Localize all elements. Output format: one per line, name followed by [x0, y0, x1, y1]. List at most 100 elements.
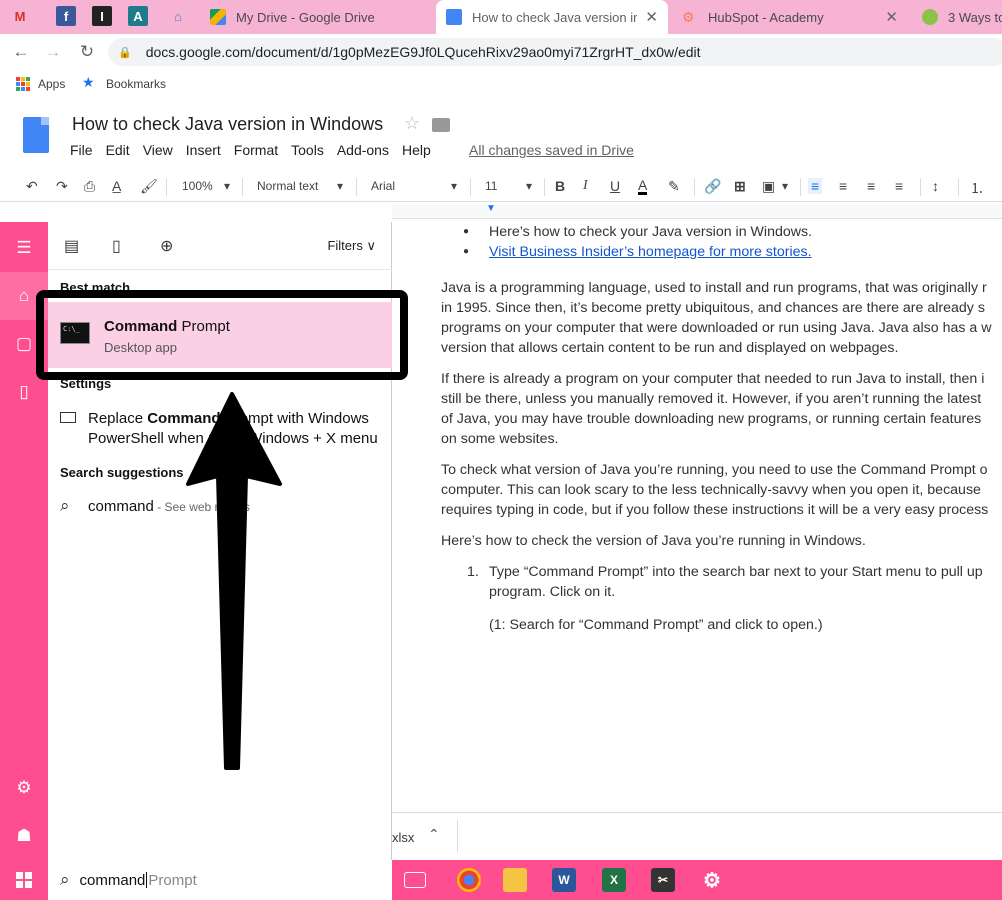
address-bar[interactable]: 🔒 docs.google.com/document/d/1g0pMezEG9J… — [108, 38, 1002, 66]
tab-hubspot[interactable]: ⚙ HubSpot - Academy ✕ — [672, 0, 908, 34]
star-icon: ★ — [82, 74, 95, 90]
folder-icon[interactable] — [432, 118, 450, 132]
menu-help[interactable]: Help — [402, 142, 431, 158]
search-icon: ⌕ — [60, 496, 70, 515]
facebook-icon[interactable]: f — [56, 6, 76, 26]
url-text: docs.google.com/document/d/1g0pMezEG9Jf0… — [145, 44, 701, 60]
menu-format[interactable]: Format — [234, 142, 278, 158]
search-icon: ⌕ — [60, 870, 70, 889]
italic-icon[interactable]: I — [583, 178, 588, 194]
back-arrow-icon[interactable]: ← — [10, 42, 32, 62]
snipping-tool-icon[interactable]: ✂ — [651, 868, 675, 892]
font-select[interactable]: Arial — [371, 179, 395, 193]
windows-start-button[interactable] — [0, 860, 48, 900]
search-scope-bar: ▤ ▯ ⊕ Filters ∨ — [48, 222, 392, 270]
search-suggestions-heading: Search suggestions — [60, 465, 184, 480]
underline-icon[interactable]: U — [610, 178, 620, 194]
paragraph: Here’s how to check the version of Java … — [441, 533, 866, 549]
word-icon[interactable]: W — [552, 868, 576, 892]
zoom-select[interactable]: 100% — [182, 179, 213, 193]
chevron-down-icon[interactable]: ▾ — [526, 179, 532, 193]
font-size-select[interactable]: 11 — [485, 179, 497, 193]
divider — [457, 820, 458, 852]
list-item: Visit Business Insider’s homepage for mo… — [441, 242, 1002, 262]
taskbar-search-box[interactable]: ⌕ command Prompt — [48, 860, 392, 900]
download-item-name[interactable]: xlsx — [392, 830, 414, 845]
chevron-down-icon[interactable]: ▾ — [337, 179, 343, 193]
menu-tools[interactable]: Tools — [291, 142, 324, 158]
comment-icon[interactable]: ⊞ — [734, 178, 746, 195]
tab-google-drive[interactable]: My Drive - Google Drive — [200, 0, 432, 34]
google-docs-logo[interactable] — [23, 117, 49, 153]
apps-grid-icon[interactable] — [16, 77, 30, 91]
chevron-down-icon[interactable]: ▾ — [782, 179, 788, 193]
paragraph: Java is a programming language, used to … — [441, 280, 992, 356]
star-icon[interactable]: ☆ — [404, 113, 420, 134]
text-color-icon[interactable]: A — [638, 178, 648, 195]
link-icon[interactable]: 🔗 — [704, 178, 721, 195]
menu-file[interactable]: File — [70, 142, 93, 158]
download-bar — [392, 812, 1002, 860]
excel-icon[interactable]: X — [602, 868, 626, 892]
align-center-icon[interactable]: ≡ — [839, 178, 847, 194]
spellcheck-icon[interactable]: A̲ — [112, 178, 121, 194]
close-tab-icon[interactable]: ✕ — [645, 8, 658, 26]
justify-icon[interactable]: ≡ — [895, 178, 903, 194]
ruler[interactable]: ▼ — [392, 203, 1002, 219]
documents-scope-icon[interactable]: ▯ — [112, 236, 121, 256]
keyboard-settings-icon — [60, 412, 76, 423]
lock-icon: 🔒 — [118, 46, 132, 59]
bookmarks-folder[interactable]: Bookmarks — [106, 77, 166, 91]
pinned-site-icon[interactable]: ⌂ — [168, 6, 188, 26]
settings-icon[interactable]: ⚙ — [700, 868, 724, 892]
paragraph: If there is already a program on your co… — [441, 371, 985, 447]
highlight-icon[interactable]: ✎ — [668, 178, 680, 195]
menu-insert[interactable]: Insert — [186, 142, 221, 158]
save-status[interactable]: All changes saved in Drive — [469, 142, 634, 158]
settings-gear-icon[interactable]: ⚙ — [0, 764, 48, 812]
list-item: 1. Type “Command Prompt” into the search… — [467, 564, 983, 600]
paint-format-icon[interactable]: 🖌 — [140, 178, 158, 195]
menu-edit[interactable]: Edit — [106, 142, 130, 158]
menu-addons[interactable]: Add-ons — [337, 142, 389, 158]
redo-icon[interactable]: ↷ — [56, 178, 68, 195]
annotation-arrow — [186, 392, 282, 770]
document-title[interactable]: How to check Java version in Windows — [72, 114, 383, 135]
hamburger-menu-icon[interactable]: ☰ — [0, 224, 48, 272]
chevron-up-icon[interactable]: ⌃ — [428, 826, 440, 843]
numbered-list-icon[interactable]: ⒈ — [970, 178, 984, 198]
document-body[interactable]: Here’s how to check your Java version in… — [441, 222, 1002, 635]
bold-icon[interactable]: B — [555, 178, 565, 194]
style-select[interactable]: Normal text — [257, 179, 318, 193]
undo-icon[interactable]: ↶ — [26, 178, 38, 195]
menu-view[interactable]: View — [143, 142, 173, 158]
forward-arrow-icon[interactable]: → — [42, 42, 64, 62]
tab-google-docs[interactable]: How to check Java version in Wi ✕ — [436, 0, 668, 34]
filters-button[interactable]: Filters ∨ — [327, 238, 376, 254]
close-tab-icon[interactable]: ✕ — [885, 8, 898, 26]
align-left-icon[interactable]: ≡ — [808, 178, 823, 194]
pinned-app-icon[interactable]: A — [128, 6, 148, 26]
file-explorer-icon[interactable] — [503, 868, 527, 892]
print-icon[interactable]: ⎙ — [84, 178, 95, 195]
google-docs-icon — [446, 9, 462, 25]
image-icon[interactable]: ▣ — [762, 178, 775, 195]
business-insider-link[interactable]: Visit Business Insider’s homepage for mo… — [489, 244, 812, 260]
feedback-icon[interactable]: ☗ — [0, 812, 48, 860]
docs-menu-bar: File Edit View Insert Format Tools Add-o… — [70, 142, 444, 158]
reload-icon[interactable]: ↻ — [76, 42, 98, 62]
task-view-icon[interactable] — [404, 872, 426, 888]
chevron-down-icon[interactable]: ▾ — [451, 179, 457, 193]
chrome-icon[interactable] — [457, 868, 481, 892]
apps-scope-icon[interactable]: ▤ — [64, 236, 79, 256]
line-spacing-icon[interactable]: ↕ — [932, 178, 939, 194]
align-right-icon[interactable]: ≡ — [867, 178, 875, 194]
apps-bookmark[interactable]: Apps — [38, 77, 65, 91]
list-item: Here’s how to check your Java version in… — [441, 222, 1002, 242]
web-globe-icon[interactable]: ⊕ — [160, 236, 173, 256]
wikihow-icon — [922, 9, 938, 25]
insider-icon[interactable]: I — [92, 6, 112, 26]
gmail-icon[interactable]: M — [10, 6, 30, 26]
tab-3-ways[interactable]: 3 Ways to C — [912, 0, 1002, 34]
chevron-down-icon[interactable]: ▾ — [224, 179, 230, 193]
